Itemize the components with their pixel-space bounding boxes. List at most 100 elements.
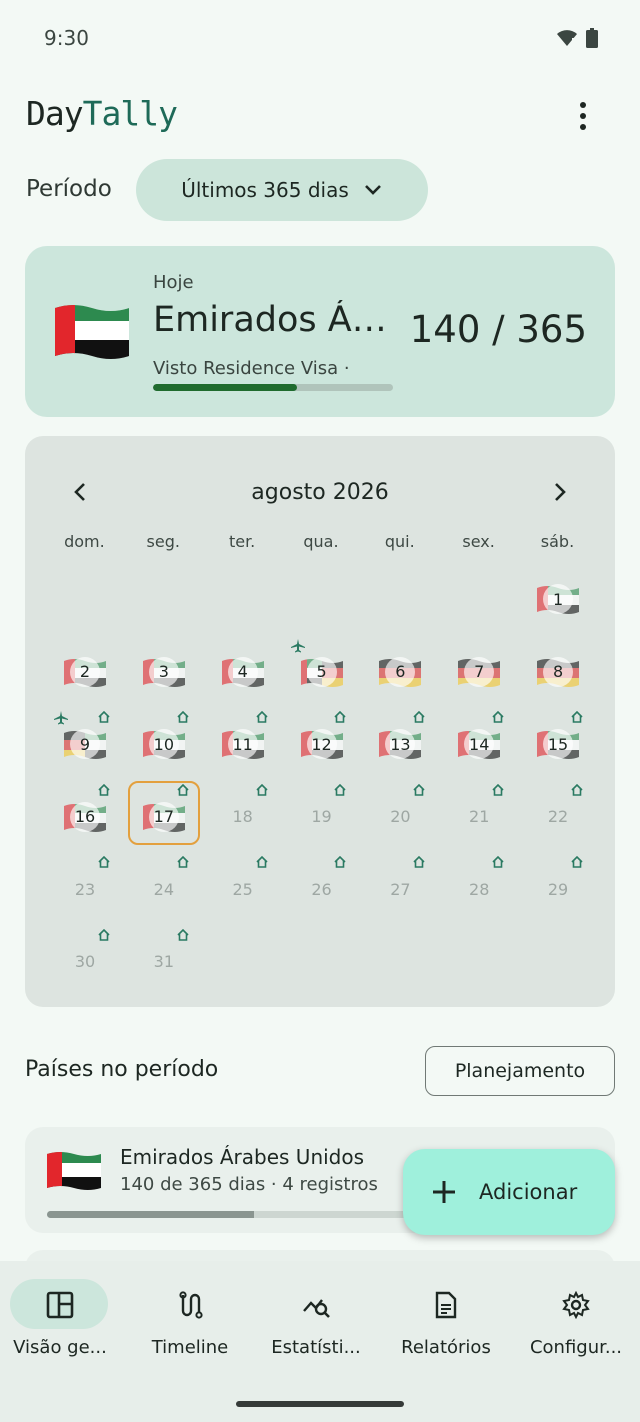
calendar-day[interactable]: 15: [518, 705, 597, 778]
nav-label: Estatísti...: [271, 1337, 361, 1358]
calendar-day[interactable]: 9: [45, 705, 124, 778]
calendar-empty-cell: [203, 560, 282, 633]
home-icon: [571, 856, 583, 868]
calendar-empty-cell: [282, 923, 361, 996]
calendar-day[interactable]: 5: [282, 633, 361, 706]
calendar-day[interactable]: 10: [124, 705, 203, 778]
calendar-empty-cell: [282, 560, 361, 633]
today-card[interactable]: Hoje Emirados Árabes Unidos Visto Reside…: [25, 246, 615, 417]
calendar-day-number: 19: [311, 807, 332, 826]
calendar-day[interactable]: 23: [45, 850, 124, 923]
home-icon: [177, 856, 189, 868]
weekday-fri: sex.: [462, 532, 495, 551]
today-label: Hoje: [153, 272, 194, 293]
calendar-day[interactable]: 22: [518, 778, 597, 851]
calendar-day-number: 24: [153, 879, 175, 899]
calendar-day[interactable]: 19: [282, 778, 361, 851]
uae-flag-icon: [55, 305, 129, 359]
calendar-day[interactable]: 13: [360, 705, 439, 778]
today-count: 140 / 365: [409, 308, 587, 351]
calendar-empty-cell: [360, 560, 439, 633]
home-icon: [413, 711, 425, 723]
calendar-card: agosto 2026 dom. seg. ter. qua. qui. sex…: [25, 436, 615, 1007]
home-icon: [413, 856, 425, 868]
home-icon: [255, 711, 268, 723]
calendar-day-number: 8: [543, 656, 574, 687]
period-dropdown[interactable]: Últimos 365 dias: [136, 159, 428, 221]
document-icon: [435, 1291, 457, 1319]
status-time: 9:30: [44, 26, 89, 50]
calendar-day-number: 22: [547, 807, 569, 826]
home-icon: [571, 711, 583, 723]
planning-button[interactable]: Planejamento: [425, 1046, 615, 1096]
chevron-down-icon: [364, 185, 381, 195]
today-country: Emirados Árabes Unidos: [153, 300, 389, 340]
home-icon: [571, 783, 583, 796]
app-title-part2: Tally: [82, 94, 178, 133]
uae-flag-icon: [47, 1152, 101, 1190]
calendar-day[interactable]: 17: [124, 778, 203, 851]
calendar-day-number: 23: [74, 879, 96, 899]
calendar-day[interactable]: 24: [124, 850, 203, 923]
calendar-day[interactable]: 4: [203, 633, 282, 706]
app-title: DayTally: [26, 94, 178, 133]
country-meta: 140 de 365 dias · 4 registros: [120, 1174, 378, 1195]
home-icon: [334, 711, 346, 723]
calendar-empty-cell: [45, 560, 124, 633]
calendar-day[interactable]: 28: [439, 850, 518, 923]
calendar-day[interactable]: 20: [360, 778, 439, 851]
wifi-icon: [557, 30, 577, 46]
calendar-week-row: 1: [45, 560, 597, 633]
calendar-day[interactable]: 2: [45, 633, 124, 706]
period-label: Período: [26, 176, 112, 202]
calendar-week-row: 9 10 11 12 13 14 15: [45, 705, 597, 778]
calendar-day[interactable]: 11: [203, 705, 282, 778]
nav-settings[interactable]: Configur...: [516, 1279, 640, 1379]
calendar-day-number: 12: [306, 729, 337, 759]
calendar-day[interactable]: 21: [439, 778, 518, 851]
add-fab-label: Adicionar: [479, 1180, 578, 1204]
home-icon: [492, 711, 504, 723]
calendar-day[interactable]: 29: [518, 850, 597, 923]
calendar-day[interactable]: 26: [282, 850, 361, 923]
calendar-day[interactable]: 8: [518, 633, 597, 706]
calendar-day-number: 10: [148, 729, 179, 759]
calendar-day[interactable]: 16: [45, 778, 124, 851]
home-icon: [177, 928, 189, 941]
calendar-day-number: 29: [547, 879, 569, 899]
calendar-day-number: 21: [469, 807, 490, 826]
calendar-empty-cell: [360, 923, 439, 996]
nav-statistics[interactable]: Estatísti...: [256, 1279, 384, 1379]
home-icon: [98, 856, 110, 868]
calendar-day-number: 4: [227, 656, 258, 687]
calendar-day[interactable]: 25: [203, 850, 282, 923]
calendar-day[interactable]: 12: [282, 705, 361, 778]
chevron-right-icon[interactable]: [547, 480, 571, 504]
home-icon: [98, 711, 110, 723]
nav-reports[interactable]: Relatórios: [386, 1279, 514, 1379]
nav-timeline[interactable]: Timeline: [130, 1279, 258, 1379]
more-vert-icon[interactable]: [572, 98, 594, 134]
calendar-day-number: 18: [232, 807, 253, 826]
calendar-day-number: 20: [390, 807, 411, 826]
route-icon: [179, 1291, 203, 1319]
calendar-day[interactable]: 1: [518, 560, 597, 633]
calendar-day[interactable]: 30: [45, 923, 124, 996]
calendar-day[interactable]: 6: [360, 633, 439, 706]
calendar-day[interactable]: 27: [360, 850, 439, 923]
countries-section-title: Países no período: [25, 1057, 219, 1082]
calendar-day[interactable]: 18: [203, 778, 282, 851]
calendar-empty-cell: [203, 923, 282, 996]
calendar-day[interactable]: 3: [124, 633, 203, 706]
app-bar: DayTally: [0, 88, 640, 148]
calendar-day[interactable]: 14: [439, 705, 518, 778]
add-fab[interactable]: Adicionar: [403, 1149, 615, 1235]
calendar-day-number: 9: [70, 729, 100, 759]
nav-overview[interactable]: Visão ge...: [0, 1279, 128, 1379]
gear-icon: [562, 1291, 590, 1319]
home-icon: [98, 783, 110, 796]
calendar-day-number: 3: [148, 656, 179, 687]
calendar-day[interactable]: 7: [439, 633, 518, 706]
calendar-day-number: 16: [70, 801, 100, 832]
calendar-day[interactable]: 31: [124, 923, 203, 996]
